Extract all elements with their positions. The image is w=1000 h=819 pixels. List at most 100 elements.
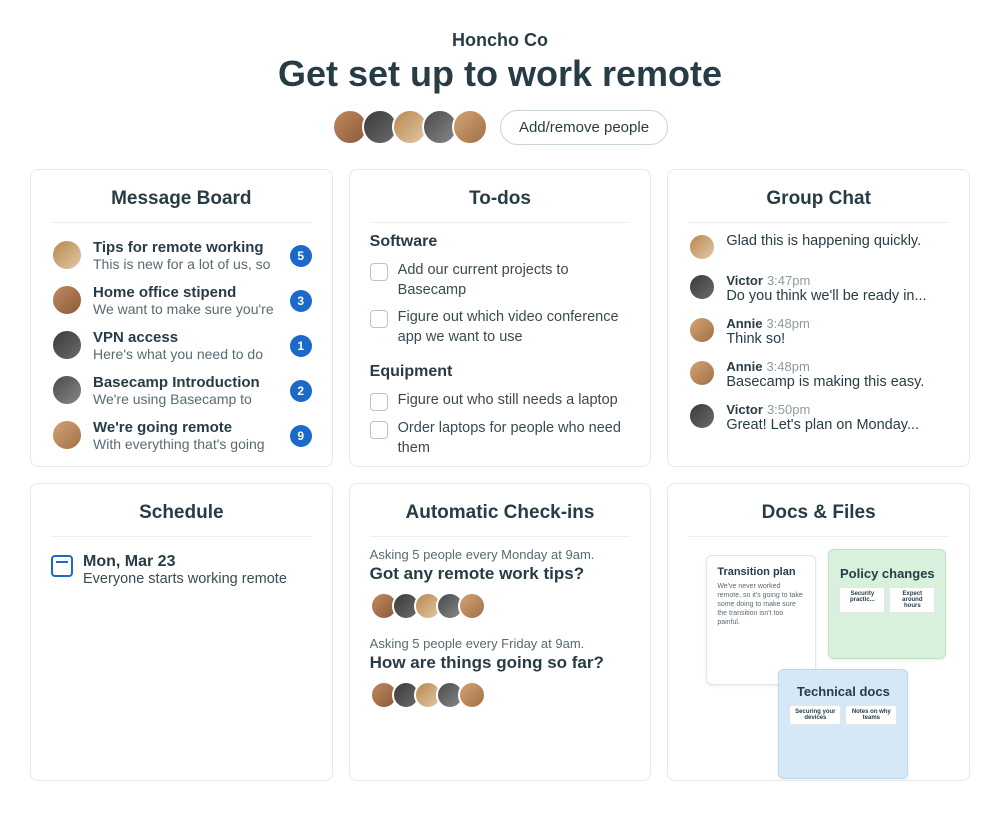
people-row: Add/remove people <box>30 109 970 145</box>
checkin-block[interactable]: Asking 5 people every Monday at 9am. Got… <box>370 547 631 620</box>
message-snippet: We're using Basecamp to <box>93 391 280 407</box>
todo-item[interactable]: Order laptops for people who need them <box>370 415 631 462</box>
card-title: Docs & Files <box>688 502 949 537</box>
chat-message: Annie3:48pm Think so! <box>688 310 949 353</box>
checkin-meta: Asking 5 people every Friday at 9am. <box>370 636 631 651</box>
message-item[interactable]: Basecamp Introduction We're using Baseca… <box>51 368 312 413</box>
chat-author: Annie <box>726 316 762 331</box>
avatar <box>688 273 716 301</box>
avatar <box>688 359 716 387</box>
avatar <box>51 329 83 361</box>
message-title: Home office stipend <box>93 284 280 301</box>
doc-body: We've never worked remote, so it's going… <box>717 582 805 627</box>
company-name: Honcho Co <box>30 30 970 51</box>
todo-item[interactable]: Figure out who still needs a laptop <box>370 387 631 415</box>
checkbox[interactable] <box>370 393 388 411</box>
message-title: VPN access <box>93 329 280 346</box>
comment-count-badge: 9 <box>290 425 312 447</box>
chat-message: Victor 3:47pm Do you think we'll be ready… <box>688 267 949 310</box>
chat-message: Glad this is happening quickly. <box>688 227 949 267</box>
checkbox[interactable] <box>370 263 388 281</box>
chat-text: Glad this is happening quickly. <box>726 233 949 249</box>
chat-author: Victor <box>726 273 763 288</box>
todo-text: Add our current projects to Basecamp <box>398 261 631 300</box>
avatar <box>458 681 486 709</box>
doc-policy-changes[interactable]: Policy changes Security practic... Expec… <box>828 549 946 659</box>
card-title: Message Board <box>51 188 312 223</box>
todo-text: Order laptops for people who need them <box>398 419 631 458</box>
chat-text: Do you think we'll be ready in... <box>726 288 949 304</box>
mini-card-title: Expect around hours <box>894 591 930 609</box>
todo-text: put together list of <box>398 466 513 467</box>
card-title: Schedule <box>51 502 312 537</box>
chat-time: 3:47pm <box>767 273 810 288</box>
checkin-question: Got any remote work tips? <box>370 564 631 584</box>
avatar <box>51 374 83 406</box>
checkbox[interactable] <box>370 310 388 328</box>
chat-message: Annie 3:48pm Basecamp is making this easy… <box>688 353 949 396</box>
avatar <box>51 284 83 316</box>
chat-time: 3:50pm <box>767 402 810 417</box>
mini-card-title: Securing your devices <box>794 709 836 721</box>
todo-text: Figure out who still needs a laptop <box>398 391 618 411</box>
card-group-chat[interactable]: Group Chat Glad this is happening quickl… <box>667 169 970 467</box>
chat-author: Annie <box>726 359 762 374</box>
project-avatars <box>332 109 488 145</box>
todo-item[interactable]: put together list of <box>370 462 631 467</box>
mini-card-title: Notes on why teams <box>850 709 892 721</box>
avatar <box>688 402 716 430</box>
project-title: Get set up to work remote <box>30 53 970 95</box>
doc-technical-docs[interactable]: Technical docs Securing your devices Not… <box>778 669 908 779</box>
comment-count-badge: 2 <box>290 380 312 402</box>
comment-count-badge: 1 <box>290 335 312 357</box>
card-title: Group Chat <box>688 188 949 223</box>
todo-item[interactable]: Add our current projects to Basecamp <box>370 257 631 304</box>
card-todos[interactable]: To-dos Software Add our current projects… <box>349 169 652 467</box>
chat-text: Basecamp is making this easy. <box>726 374 949 390</box>
schedule-desc: Everyone starts working remote <box>83 571 287 587</box>
message-item[interactable]: VPN access Here's what you need to do 1 <box>51 323 312 368</box>
message-snippet: We want to make sure you're <box>93 301 280 317</box>
calendar-icon <box>51 555 73 577</box>
avatar <box>688 233 716 261</box>
message-snippet: With everything that's going <box>93 436 280 452</box>
card-message-board[interactable]: Message Board Tips for remote working Th… <box>30 169 333 467</box>
message-item[interactable]: We're going remote With everything that'… <box>51 413 312 458</box>
message-title: We're going remote <box>93 419 280 436</box>
card-title: Automatic Check-ins <box>370 502 631 537</box>
todo-group-title[interactable]: Software <box>370 233 631 251</box>
todo-group-title[interactable]: Equipment <box>370 363 631 381</box>
chat-message: Victor 3:50pm Great! Let's plan on Monday… <box>688 396 949 439</box>
checkin-meta: Asking 5 people every Monday at 9am. <box>370 547 631 562</box>
checkin-avatars <box>370 592 631 620</box>
checkin-block[interactable]: Asking 5 people every Friday at 9am. How… <box>370 636 631 709</box>
comment-count-badge: 3 <box>290 290 312 312</box>
card-docs-files[interactable]: Docs & Files Transition plan We've never… <box>667 483 970 781</box>
chat-time: 3:48pm <box>766 359 809 374</box>
chat-text: Great! Let's plan on Monday... <box>726 417 949 433</box>
avatar <box>688 316 716 344</box>
message-item[interactable]: Tips for remote working This is new for … <box>51 233 312 278</box>
avatar <box>51 419 83 451</box>
add-remove-people-button[interactable]: Add/remove people <box>500 110 668 145</box>
schedule-item[interactable]: Mon, Mar 23 Everyone starts working remo… <box>51 547 312 593</box>
card-schedule[interactable]: Schedule Mon, Mar 23 Everyone starts wor… <box>30 483 333 781</box>
doc-title: Transition plan <box>717 566 805 578</box>
checkin-avatars <box>370 681 631 709</box>
message-title: Basecamp Introduction <box>93 374 280 391</box>
card-checkins[interactable]: Automatic Check-ins Asking 5 people ever… <box>349 483 652 781</box>
avatar <box>458 592 486 620</box>
avatar <box>51 239 83 271</box>
message-snippet: This is new for a lot of us, so <box>93 256 280 272</box>
message-item[interactable]: Home office stipend We want to make sure… <box>51 278 312 323</box>
avatar[interactable] <box>452 109 488 145</box>
schedule-date: Mon, Mar 23 <box>83 553 287 571</box>
checkin-question: How are things going so far? <box>370 653 631 673</box>
chat-time: 3:48pm <box>766 316 809 331</box>
todo-item[interactable]: Figure out which video conference app we… <box>370 304 631 351</box>
checkbox[interactable] <box>370 421 388 439</box>
doc-transition-plan[interactable]: Transition plan We've never worked remot… <box>706 555 816 685</box>
chat-author: Victor <box>726 402 763 417</box>
comment-count-badge: 5 <box>290 245 312 267</box>
mini-card-title: Security practic... <box>844 591 880 603</box>
